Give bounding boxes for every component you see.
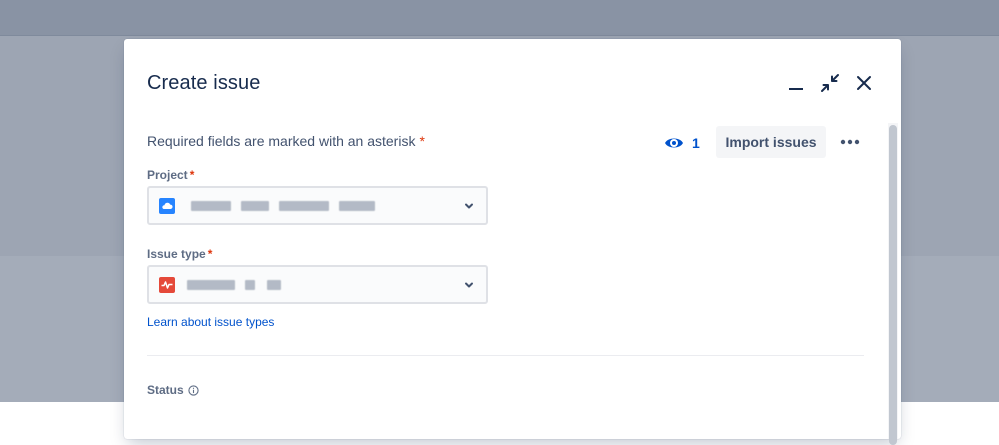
project-select[interactable] xyxy=(147,186,488,225)
project-label-text: Project xyxy=(147,168,188,182)
required-fields-note: Required fields are marked with an aster… xyxy=(147,133,425,149)
section-divider xyxy=(147,355,864,356)
collapse-button[interactable] xyxy=(816,69,844,97)
close-icon xyxy=(857,76,871,90)
scrollbar-thumb[interactable] xyxy=(889,125,897,445)
eye-icon xyxy=(665,138,683,148)
status-label-text: Status xyxy=(147,383,184,397)
required-note-text: Required fields are marked with an aster… xyxy=(147,133,416,149)
issue-type-label: Issue type * xyxy=(147,247,212,261)
project-label: Project * xyxy=(147,168,194,182)
project-required-marker: * xyxy=(189,168,195,182)
chevron-down-icon xyxy=(465,203,473,208)
required-asterisk: * xyxy=(419,133,425,149)
issue-type-select[interactable] xyxy=(147,265,488,304)
issue-type-value-redacted xyxy=(183,277,303,293)
watch-button[interactable]: 1 xyxy=(660,127,704,159)
collapse-icon xyxy=(821,74,839,92)
minimize-icon xyxy=(789,88,803,90)
project-value-redacted xyxy=(183,198,383,214)
chevron-down-icon xyxy=(465,282,473,287)
close-button[interactable] xyxy=(850,69,878,97)
issue-type-value xyxy=(183,275,462,295)
project-value xyxy=(183,196,462,216)
import-issues-button[interactable]: Import issues xyxy=(716,126,826,158)
watchers-count: 1 xyxy=(692,135,700,151)
pulse-issue-type-icon xyxy=(159,276,175,293)
info-icon[interactable] xyxy=(188,384,199,396)
issue-type-required-marker: * xyxy=(207,247,213,261)
minimize-button[interactable] xyxy=(782,69,810,97)
more-icon xyxy=(840,139,860,145)
status-label: Status xyxy=(147,383,199,397)
learn-issue-types-link[interactable]: Learn about issue types xyxy=(147,315,274,329)
backdrop-topbar xyxy=(0,0,999,36)
issue-type-label-text: Issue type xyxy=(147,247,206,261)
cloud-project-icon xyxy=(159,197,175,214)
create-issue-modal: Create issue Required fields are marked … xyxy=(124,39,901,445)
modal-title: Create issue xyxy=(147,72,261,94)
more-actions-button[interactable] xyxy=(836,126,864,158)
